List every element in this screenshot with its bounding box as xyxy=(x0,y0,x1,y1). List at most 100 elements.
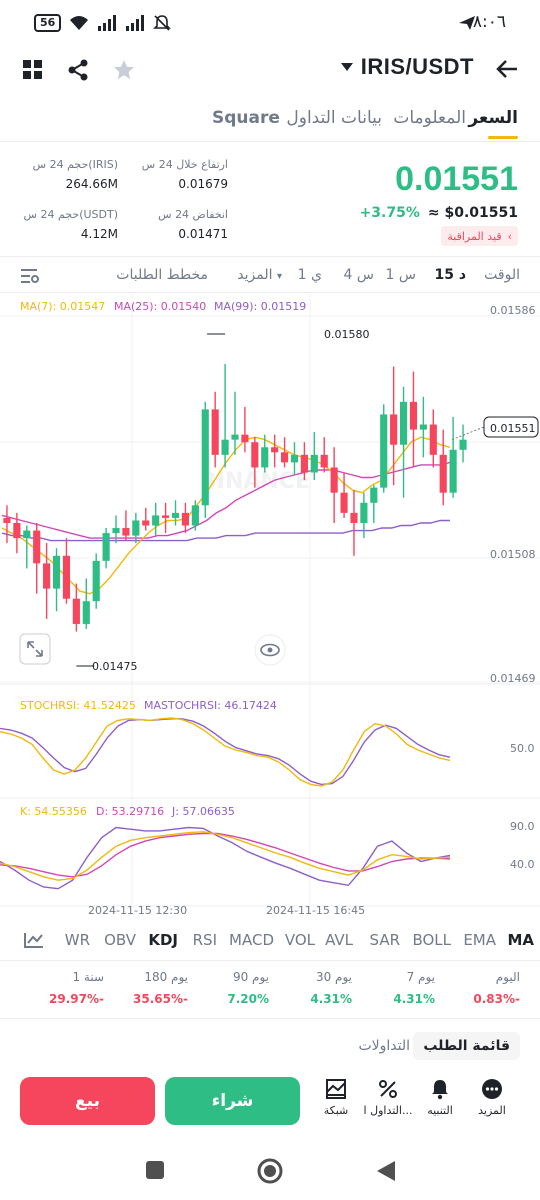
trade-button[interactable]: التداول ا... xyxy=(362,1078,414,1117)
pair-title[interactable]: IRIS/USDT xyxy=(361,54,474,80)
candle-body xyxy=(459,439,467,450)
tab-price[interactable]: السعر xyxy=(468,108,518,128)
tab-square[interactable]: Square xyxy=(212,108,280,128)
candle-body xyxy=(152,515,160,526)
stochrsi-tick: 50.0 xyxy=(510,742,535,755)
timeframe-4h[interactable]: 4 س xyxy=(344,267,374,283)
stat-vol-iris: حجم 24 س(IRIS) 264.66M xyxy=(33,158,118,191)
share-icon[interactable] xyxy=(66,58,90,82)
candle-body xyxy=(449,449,457,493)
candle-body xyxy=(3,517,11,523)
more-label: المزيد xyxy=(478,1104,506,1117)
favorite-star-icon[interactable] xyxy=(112,58,136,82)
timeframe-more-label: المزيد xyxy=(237,267,273,283)
perf-label: 90 يوم xyxy=(232,970,269,984)
tab-info[interactable]: المعلومات xyxy=(393,108,466,128)
candle-body xyxy=(112,528,120,534)
indicator-sar[interactable]: SAR xyxy=(370,931,400,949)
timeframe-more[interactable]: المزيد ▾ xyxy=(237,267,282,283)
candle-body xyxy=(271,447,279,453)
sell-button[interactable]: بيع xyxy=(20,1077,155,1125)
candle-body xyxy=(33,530,41,564)
candle-body xyxy=(439,454,447,493)
chart-settings-icon[interactable] xyxy=(20,267,40,285)
more-dots-icon xyxy=(482,1079,502,1099)
indicator-ma[interactable]: MA xyxy=(507,931,534,949)
monitoring-badge[interactable]: قيد المراقبة ‹ xyxy=(441,226,518,246)
back-arrow-icon[interactable] xyxy=(496,59,518,79)
main-tabs: السعر المعلومات بيانات التداول Square xyxy=(0,100,540,140)
candle-body xyxy=(62,555,71,599)
candle-body xyxy=(52,555,61,589)
candle-body xyxy=(23,530,31,539)
indicator-settings-icon[interactable] xyxy=(24,932,44,948)
signal-icon-2 xyxy=(126,15,145,31)
candle-body xyxy=(390,414,398,445)
stat-high: ارتفاع خلال 24 س 0.01679 xyxy=(142,158,228,191)
indicator-boll[interactable]: BOLL xyxy=(412,931,451,949)
x-tick-1: 2024-11-15 12:30 xyxy=(88,904,187,914)
indicator-macd[interactable]: MACD xyxy=(229,931,274,949)
candle-body xyxy=(72,598,80,624)
current-price-line xyxy=(451,426,485,441)
indicator-avl[interactable]: AVL xyxy=(325,931,353,949)
stat-high-label: ارتفاع خلال 24 س xyxy=(141,158,228,171)
depth-chart-tab[interactable]: مخطط الطلبات xyxy=(116,267,208,283)
price-chart[interactable]: BINANCE MA(7): 0.01547 MA(25): 0.01540 M… xyxy=(0,294,540,917)
grid-bot-icon xyxy=(326,1079,346,1099)
divider xyxy=(0,960,540,961)
candle-body xyxy=(142,520,150,526)
divider xyxy=(0,292,540,293)
alert-button[interactable]: التنبيه xyxy=(414,1078,466,1117)
tab-trades[interactable]: التداولات xyxy=(348,1032,420,1060)
status-icons: 56 xyxy=(34,14,172,32)
candle-body xyxy=(399,401,408,445)
candle-body xyxy=(171,512,180,518)
perf-value: 0.83%- xyxy=(473,992,520,1006)
grid-bot-button[interactable]: شبكة xyxy=(310,1078,362,1117)
tab-order-book[interactable]: قائمة الطلب xyxy=(413,1032,520,1060)
perf-90d: 90 يوم 7.20% xyxy=(179,970,269,1006)
home-icon[interactable] xyxy=(257,1158,283,1184)
timeframe-1d[interactable]: 1 ي xyxy=(298,267,322,283)
status-bar: 56 ٨:٠٦ xyxy=(0,0,540,50)
indicator-obv[interactable]: OBV xyxy=(104,931,136,949)
candle-body xyxy=(231,434,239,440)
indicator-wr[interactable]: WR xyxy=(65,931,90,949)
candle-body xyxy=(261,447,269,468)
indicator-kdj[interactable]: KDJ xyxy=(148,931,178,949)
perf-label: اليوم xyxy=(495,970,520,984)
candle-body xyxy=(320,454,328,468)
back-triangle-icon[interactable] xyxy=(376,1160,396,1182)
divider xyxy=(0,256,540,257)
indicator-rsi[interactable]: RSI xyxy=(193,931,217,949)
indicator-vol[interactable]: VOL xyxy=(285,931,315,949)
more-button[interactable]: المزيد xyxy=(466,1078,518,1117)
ma25-legend: MA(25): 0.01540 xyxy=(114,300,206,313)
timeframe-1h[interactable]: 1 س xyxy=(386,267,416,283)
bottom-action-bar: بيع شراء شبكة التداول ا... التنبيه المزي… xyxy=(0,1074,540,1130)
chart-svg: BINANCE MA(7): 0.01547 MA(25): 0.01540 M… xyxy=(0,294,540,917)
stat-vol-iris-label: حجم 24 س(IRIS) xyxy=(32,158,118,171)
stat-vol-usdt: حجم 24 س(USDT) 4.12M xyxy=(24,208,118,241)
candle-body xyxy=(211,409,219,455)
buy-button[interactable]: شراء xyxy=(165,1077,300,1125)
candle-body xyxy=(360,502,368,523)
candle-body xyxy=(419,424,427,430)
y-tick-bottom: 0.01469 xyxy=(490,672,536,685)
pair-dropdown-caret-icon[interactable] xyxy=(340,62,354,72)
expand-icon[interactable] xyxy=(19,633,51,665)
timeframe-bar: الوقت 15 د 1 س 4 س 1 ي المزيد ▾ مخطط الط… xyxy=(0,262,540,290)
perf-value: 29.97%- xyxy=(49,992,104,1006)
indicator-ema[interactable]: EMA xyxy=(463,931,496,949)
active-tab-indicator xyxy=(488,136,518,139)
timeframe-15m[interactable]: 15 د xyxy=(434,267,466,283)
stat-high-value: 0.01679 xyxy=(178,177,228,191)
y-tick-top: 0.01586 xyxy=(490,304,536,317)
tab-trading-data[interactable]: بيانات التداول xyxy=(286,108,382,128)
ma7-legend: MA(7): 0.01547 xyxy=(20,300,105,313)
stochrsi-legend: STOCHRSI: 41.52425 xyxy=(20,699,136,712)
grid-icon[interactable] xyxy=(22,59,44,81)
recents-icon[interactable] xyxy=(146,1161,164,1179)
perf-value: 4.31% xyxy=(393,992,435,1006)
